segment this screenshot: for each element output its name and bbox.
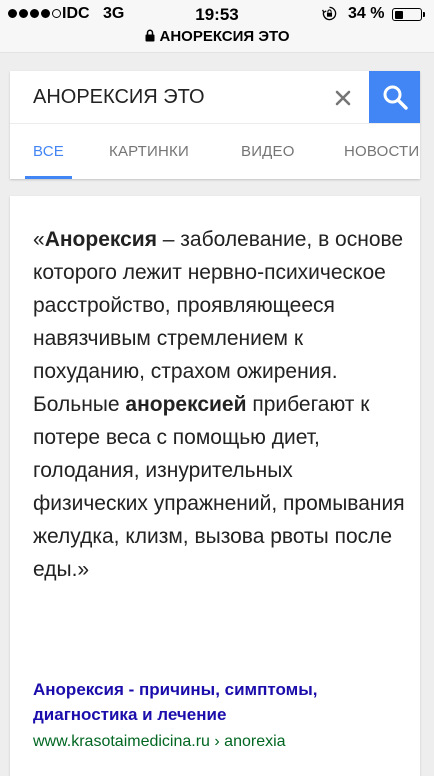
battery-icon [392, 8, 425, 21]
snippet-term: анорексией [125, 393, 247, 416]
tab-news[interactable]: НОВОСТИ [344, 124, 419, 179]
search-icon [383, 85, 408, 110]
battery-percent: 34 % [348, 5, 385, 22]
snippet-term: Анорексия [44, 228, 157, 251]
tab-video[interactable]: ВИДЕО [241, 124, 295, 179]
snippet-text: – заболевание, в основе которого лежит н… [33, 228, 404, 416]
rotation-lock-icon [322, 6, 337, 21]
lock-icon [145, 29, 154, 42]
search-card: ВСЕ КАРТИНКИ ВИДЕО НОВОСТИ [10, 71, 420, 179]
clear-icon [335, 90, 351, 106]
result-url: www.krasotaimedicina.ru › anorexia [33, 733, 286, 750]
featured-snippet: «Анорексия – заболевание, в основе котор… [33, 223, 408, 586]
search-input[interactable] [10, 71, 368, 123]
clear-button[interactable] [330, 85, 356, 111]
address-text: АНОРЕКСИЯ ЭТО [159, 28, 290, 45]
tab-images[interactable]: КАРТИНКИ [109, 124, 189, 179]
address-bar[interactable]: АНОРЕКСИЯ ЭТО [0, 28, 434, 45]
snippet-open-quote: « [33, 228, 45, 251]
search-button[interactable] [369, 71, 420, 123]
answer-card: «Анорексия – заболевание, в основе котор… [10, 196, 420, 776]
search-tabs: ВСЕ КАРТИНКИ ВИДЕО НОВОСТИ [10, 123, 420, 179]
result-title-link[interactable]: Анорексия - причины, симптомы, диагности… [33, 677, 403, 727]
snippet-text: прибегают к потере веса с помощью диет, … [33, 393, 405, 581]
status-bar: IDC 3G 19:53 34 % АНОРЕКСИЯ ЭТО [0, 0, 434, 53]
tab-all[interactable]: ВСЕ [25, 124, 72, 179]
